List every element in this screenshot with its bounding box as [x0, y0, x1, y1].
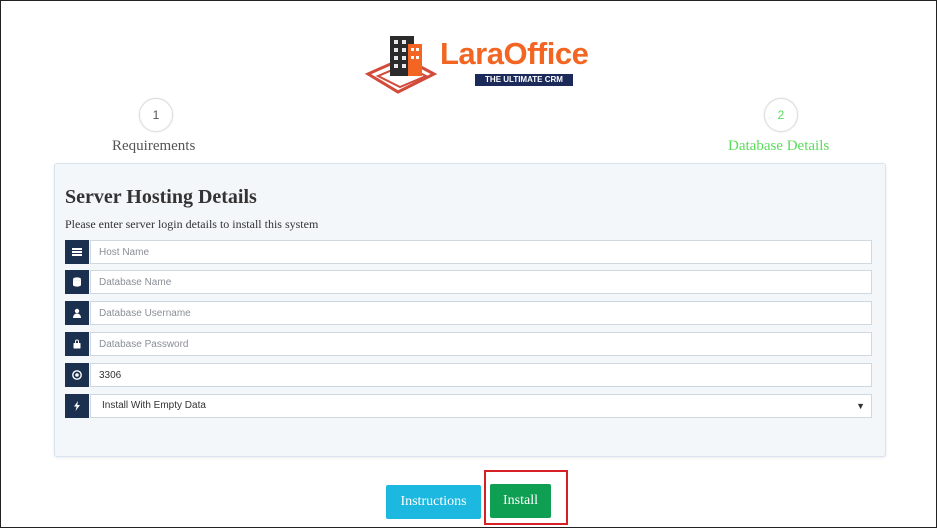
step-1-number: 1: [152, 108, 160, 122]
chevron-down-icon: ▼: [856, 401, 865, 411]
database-username-input[interactable]: [90, 301, 872, 325]
bolt-icon: [65, 394, 89, 418]
target-icon: [65, 363, 89, 387]
instructions-button[interactable]: Instructions: [386, 485, 481, 519]
database-name-group: [65, 270, 873, 294]
user-icon: [65, 301, 89, 325]
database-password-group: [65, 332, 873, 356]
step-2-indicator: 2: [764, 98, 798, 132]
step-1-label: Requirements: [112, 138, 196, 154]
building-logo-icon: [364, 36, 438, 94]
server-details-panel: Server Hosting Details Please enter serv…: [54, 163, 886, 457]
install-button-highlight: [484, 470, 568, 525]
database-password-input[interactable]: [90, 332, 872, 356]
list-icon: [65, 240, 89, 264]
step-2-number: 2: [777, 108, 785, 122]
host-name-input[interactable]: [90, 240, 872, 264]
brand-logo: LaraOffice THE ULTIMATE CRM: [364, 32, 589, 100]
lock-icon: [65, 332, 89, 356]
install-data-selected-value: Install With Empty Data: [102, 400, 206, 411]
database-name-input[interactable]: [90, 270, 872, 294]
install-data-group: Install With Empty Data ▼: [65, 394, 873, 418]
database-icon: [65, 270, 89, 294]
host-name-group: [65, 240, 873, 264]
brand-name: LaraOffice: [440, 36, 589, 71]
step-2-label: Database Details: [728, 138, 830, 154]
port-group: [65, 363, 873, 387]
panel-title: Server Hosting Details: [65, 186, 257, 208]
step-1-indicator: 1: [139, 98, 173, 132]
panel-subtitle: Please enter server login details to ins…: [65, 217, 319, 231]
install-data-select[interactable]: Install With Empty Data ▼: [90, 394, 872, 418]
brand-tagline: THE ULTIMATE CRM: [475, 74, 573, 86]
database-username-group: [65, 301, 873, 325]
port-input[interactable]: [90, 363, 872, 387]
